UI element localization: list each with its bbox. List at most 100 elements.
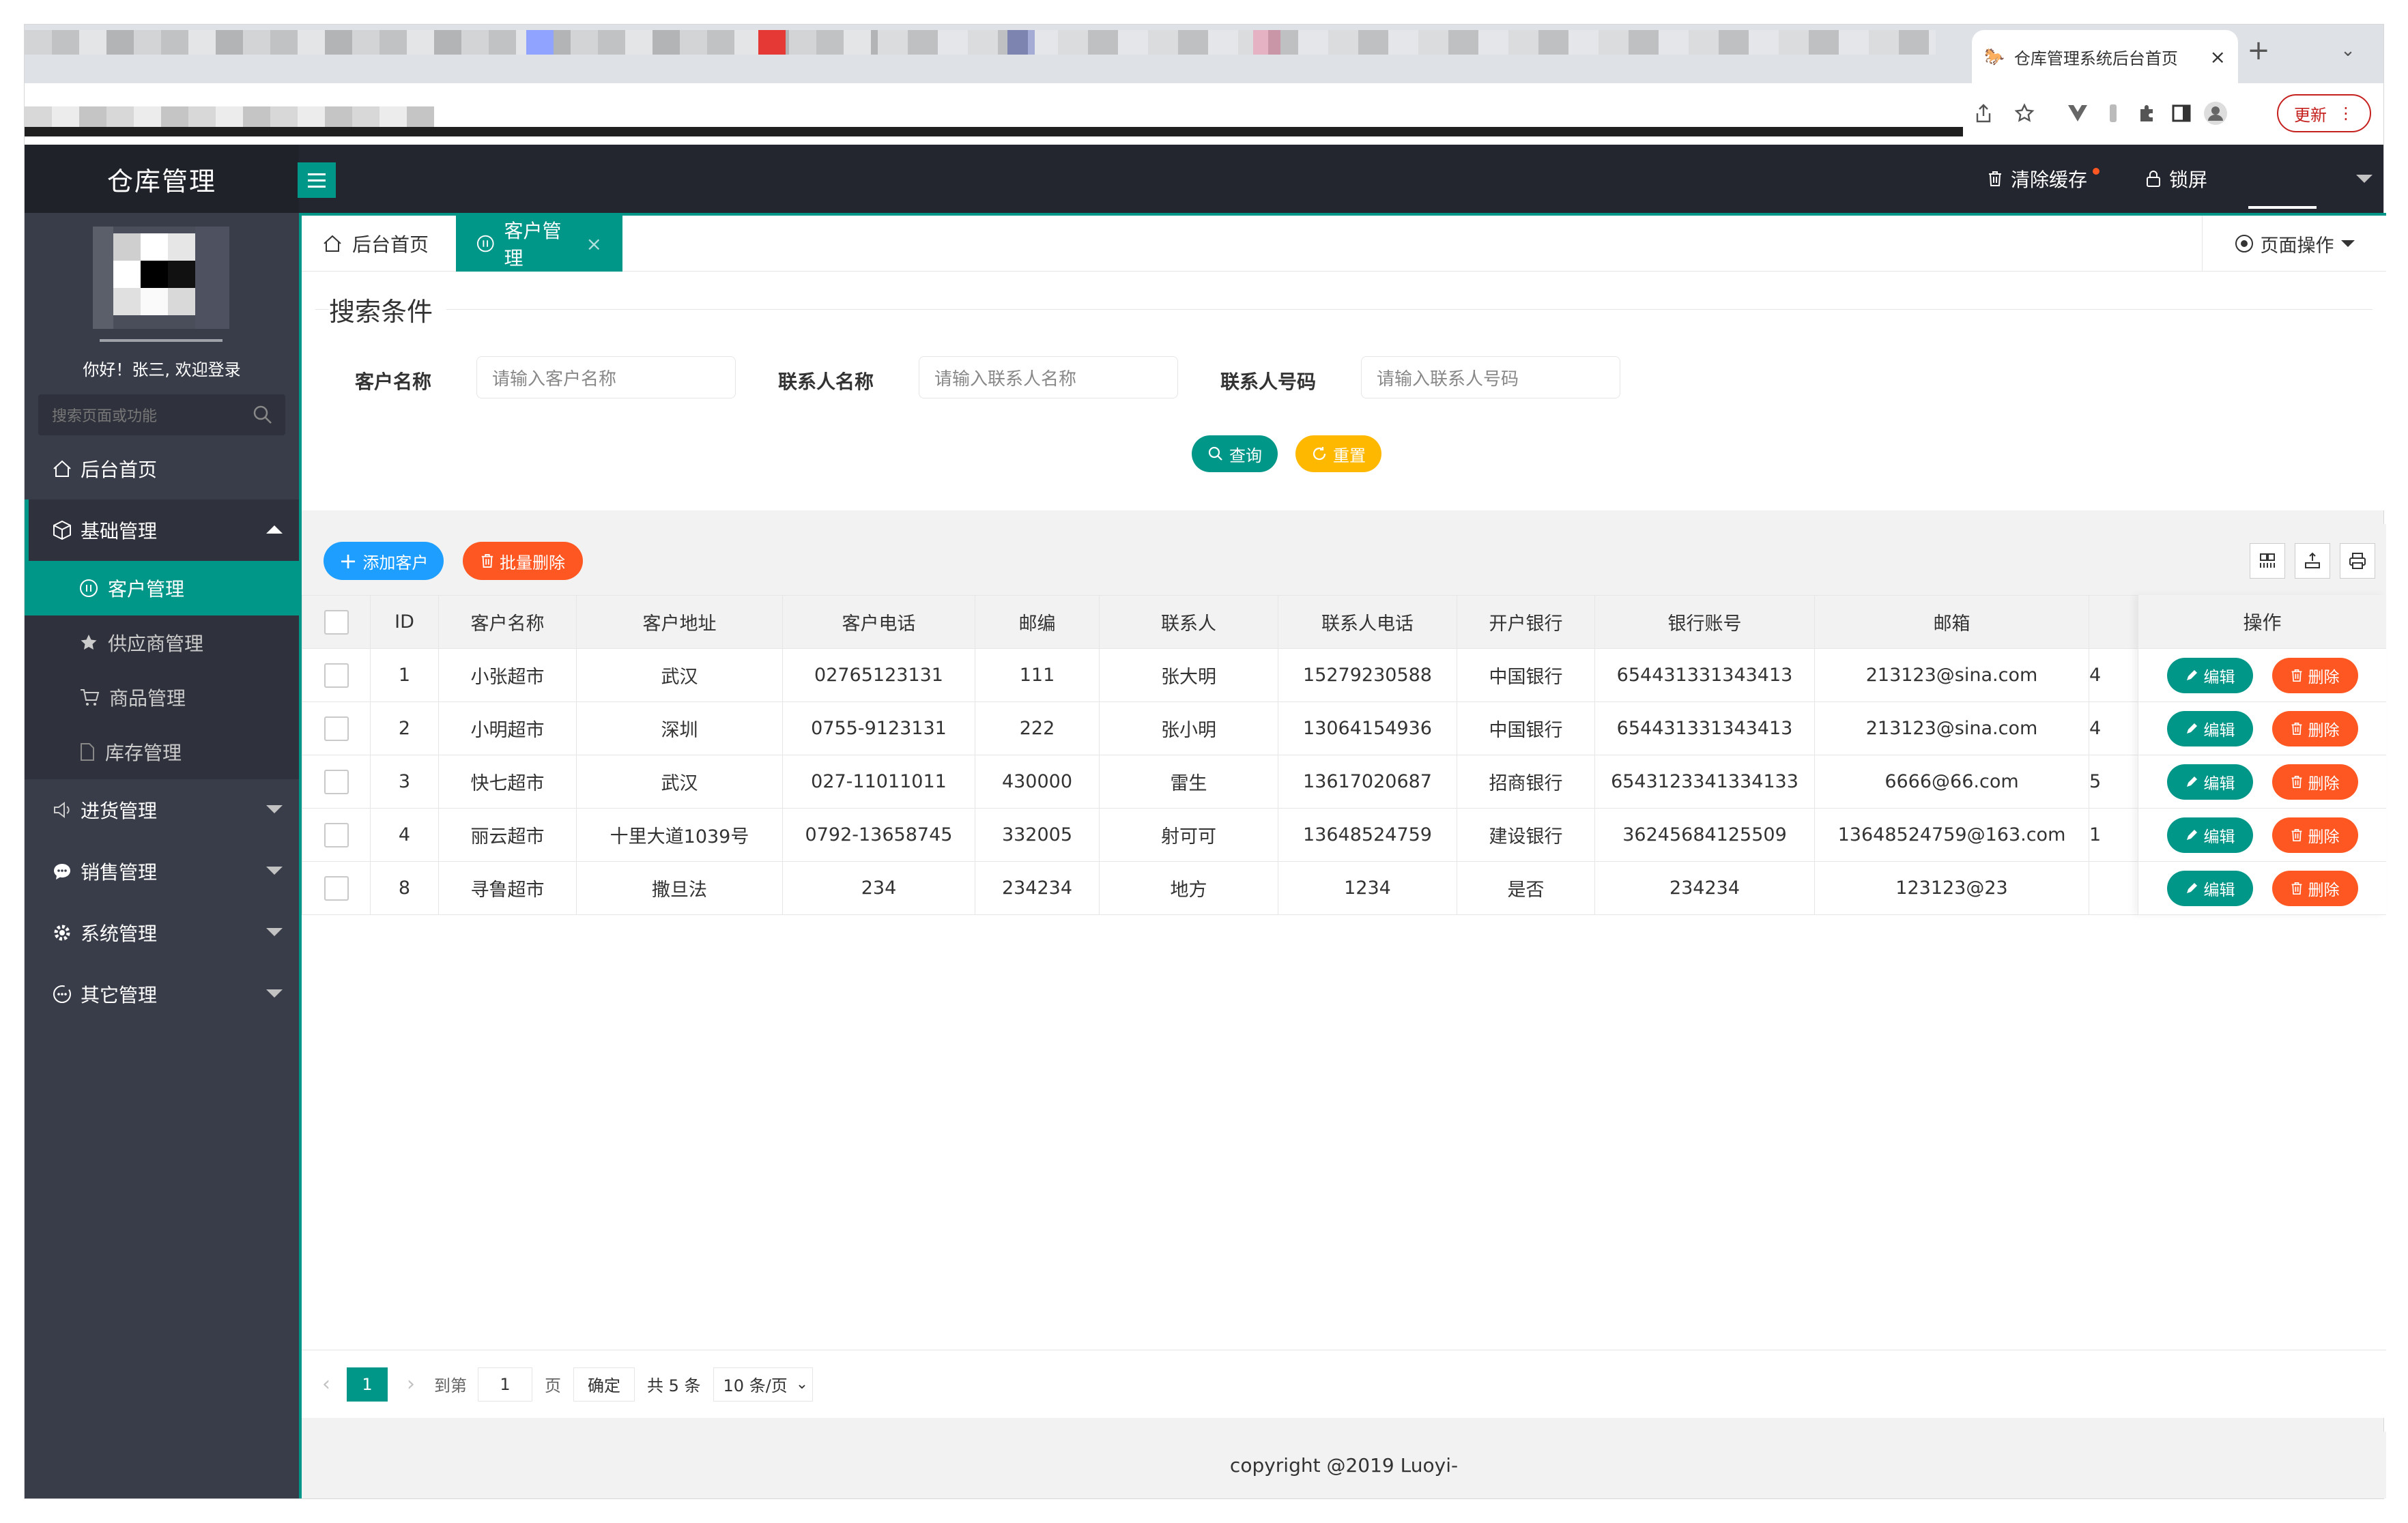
column-header[interactable]: 邮箱 xyxy=(1814,595,2089,649)
sidebar-search-input[interactable]: 搜索页面或功能 xyxy=(38,394,285,435)
column-header[interactable]: 开户银行 xyxy=(1457,595,1595,649)
browser-update-button[interactable]: 更新 ⋮ xyxy=(2277,94,2371,132)
sidebar-item-other[interactable]: 其它管理 xyxy=(25,963,299,1025)
table-cell: 1 xyxy=(2089,808,2144,862)
row-actions: 编辑 删除 xyxy=(2138,702,2386,755)
row-checkbox[interactable] xyxy=(302,648,371,702)
sidebar-item-home[interactable]: 后台首页 xyxy=(25,438,299,499)
delete-button[interactable]: 删除 xyxy=(2271,657,2358,693)
sidebar-item-label: 供应商管理 xyxy=(108,633,204,655)
update-label: 更新 xyxy=(2294,105,2327,125)
delete-button[interactable]: 删除 xyxy=(2271,870,2358,906)
browser-active-tab[interactable]: 🐎 仓库管理系统后台首页 × xyxy=(1972,30,2238,83)
row-checkbox[interactable] xyxy=(302,701,371,755)
column-filter-icon[interactable] xyxy=(2250,543,2285,579)
table-cell: 小张超市 xyxy=(438,648,577,702)
close-tab-icon[interactable]: × xyxy=(2210,46,2226,68)
edit-button[interactable]: 编辑 xyxy=(2166,710,2253,746)
vue-devtools-icon[interactable] xyxy=(2064,100,2091,127)
delete-button[interactable]: 删除 xyxy=(2271,817,2358,853)
extension-icon[interactable] xyxy=(2099,100,2127,127)
sidebar-item-supplier[interactable]: 供应商管理 xyxy=(25,615,299,670)
column-header[interactable]: 联系人电话 xyxy=(1278,595,1457,649)
close-icon[interactable]: × xyxy=(586,233,602,255)
table-cell: 撒旦法 xyxy=(576,861,783,915)
puzzle-extensions-icon[interactable] xyxy=(2134,100,2161,127)
table-cell: 234 xyxy=(782,861,975,915)
trash-icon xyxy=(481,554,493,568)
row-checkbox[interactable] xyxy=(302,755,371,809)
select-all-checkbox[interactable] xyxy=(302,595,371,649)
prev-page-icon[interactable]: ‹ xyxy=(322,1372,330,1396)
sidebar-item-stock[interactable]: 库存管理 xyxy=(25,725,299,779)
next-page-icon[interactable]: › xyxy=(407,1372,415,1396)
side-panel-icon[interactable] xyxy=(2168,100,2195,127)
batch-delete-button[interactable]: 批量删除 xyxy=(463,542,583,580)
operations-column: 操作 编辑 删除 编辑 删除 编辑 删除 编辑 删除 编辑 删除 xyxy=(2138,595,2386,915)
sidebar-item-system[interactable]: 系统管理 xyxy=(25,902,299,963)
lock-screen-button[interactable]: 锁屏 xyxy=(2146,145,2207,213)
page-size-select[interactable]: 10 条/页 ⌄ xyxy=(713,1367,813,1402)
share-icon[interactable] xyxy=(1970,100,1997,127)
delete-button[interactable]: 删除 xyxy=(2271,764,2358,800)
search-icon[interactable] xyxy=(253,405,273,425)
goto-page-input[interactable]: 1 xyxy=(478,1367,532,1402)
column-header[interactable]: 客户地址 xyxy=(576,595,783,649)
query-button[interactable]: 查询 xyxy=(1192,435,1278,472)
page-number-current[interactable]: 1 xyxy=(347,1367,388,1402)
column-header[interactable]: ID xyxy=(370,595,439,649)
tab-customer[interactable]: 客户管理 × xyxy=(456,216,622,272)
column-header[interactable]: 邮编 xyxy=(975,595,1100,649)
customer-name-input[interactable]: 请输入客户名称 xyxy=(476,356,736,398)
sidebar-item-customer[interactable]: 客户管理 xyxy=(25,561,299,615)
row-checkbox[interactable] xyxy=(302,808,371,862)
contact-name-input[interactable]: 请输入联系人名称 xyxy=(919,356,1178,398)
tab-home[interactable]: 后台首页 xyxy=(302,216,449,272)
sidebar-item-purchase[interactable]: 进货管理 xyxy=(25,779,299,841)
export-icon[interactable] xyxy=(2295,543,2330,579)
edit-button[interactable]: 编辑 xyxy=(2166,657,2253,693)
clear-cache-button[interactable]: 清除缓存 xyxy=(1988,145,2100,213)
column-header[interactable]: 联系人 xyxy=(1099,595,1278,649)
column-header[interactable]: 客户电话 xyxy=(782,595,975,649)
page-tabs: 后台首页 客户管理 × 页面操作 xyxy=(302,213,2386,272)
trash-icon xyxy=(1989,171,2001,186)
profile-avatar-icon[interactable] xyxy=(2202,100,2229,127)
user-menu[interactable] xyxy=(2248,145,2373,213)
home-icon xyxy=(53,460,71,477)
column-header[interactable]: 银行账号 xyxy=(1594,595,1815,649)
print-icon[interactable] xyxy=(2340,543,2375,579)
query-label: 查询 xyxy=(1229,446,1262,465)
table-cell: 3 xyxy=(370,755,439,809)
delete-label: 删除 xyxy=(2308,881,2340,899)
clear-cache-label: 清除缓存 xyxy=(2011,169,2088,191)
new-tab-icon[interactable]: + xyxy=(2245,35,2272,66)
row-checkbox[interactable] xyxy=(302,861,371,915)
page-operations-dropdown[interactable]: 页面操作 xyxy=(2202,216,2386,272)
menu-toggle-icon[interactable] xyxy=(298,162,336,198)
copyright-text: copyright @2019 Luoyi- xyxy=(1229,1453,1459,1477)
sidebar-item-goods[interactable]: 商品管理 xyxy=(25,670,299,725)
bookmark-star-icon[interactable] xyxy=(2011,100,2038,127)
column-header-overflow xyxy=(2089,595,2144,649)
edit-button[interactable]: 编辑 xyxy=(2166,764,2253,800)
table-cell: 213123@sina.com xyxy=(1814,648,2089,702)
sidebar-item-sales[interactable]: 销售管理 xyxy=(25,841,299,902)
chevron-down-icon xyxy=(266,989,283,998)
table-cell: 1 xyxy=(370,648,439,702)
table-cell: 213123@sina.com xyxy=(1814,701,2089,755)
goto-confirm-button[interactable]: 确定 xyxy=(573,1367,635,1402)
main-content: 后台首页 客户管理 × 页面操作 搜索条件 客户名称 请输入客户名称 联系人名称… xyxy=(299,213,2386,1498)
add-customer-button[interactable]: + 添加客户 xyxy=(324,542,444,580)
sidebar: 你好！张三, 欢迎登录 搜索页面或功能 后台首页 基础管理 客户管理 供应商管理… xyxy=(25,213,299,1498)
contact-phone-input[interactable]: 请输入联系人号码 xyxy=(1361,356,1620,398)
reset-button[interactable]: 重置 xyxy=(1295,435,1381,472)
sidebar-item-basic[interactable]: 基础管理 xyxy=(25,499,299,561)
tab-search-chevron-icon[interactable]: ⌄ xyxy=(2334,37,2362,64)
delete-button[interactable]: 删除 xyxy=(2271,710,2358,746)
table-cell: 张小明 xyxy=(1099,701,1278,755)
edit-button[interactable]: 编辑 xyxy=(2166,817,2253,853)
edit-button[interactable]: 编辑 xyxy=(2166,870,2253,906)
column-header[interactable]: 客户名称 xyxy=(438,595,577,649)
table-row: 3 快七超市 武汉 027-11011011 430000 雷生 13617020687 招商… xyxy=(302,755,2144,809)
